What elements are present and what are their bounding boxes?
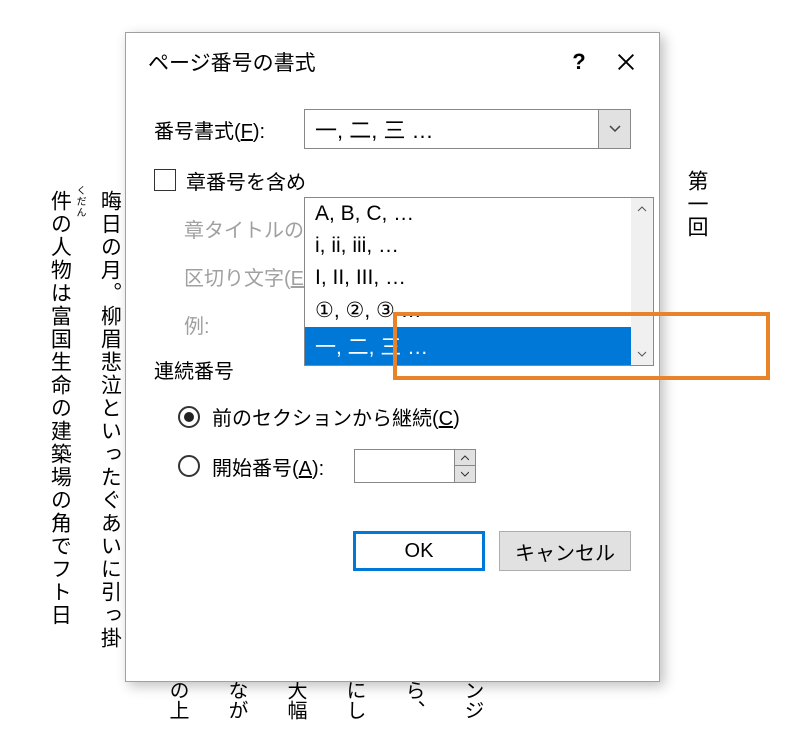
dropdown-option[interactable]: I, II, III, … [305, 262, 653, 294]
dropdown-option[interactable]: ①, ②, ③ … [305, 294, 653, 327]
number-format-label: 番号書式(F): [154, 115, 304, 144]
include-chapter-checkbox[interactable] [154, 169, 176, 191]
dropdown-option[interactable]: A, B, C, … [305, 198, 653, 230]
ok-button[interactable]: OK [353, 531, 485, 571]
dropdown-scrollbar[interactable] [631, 198, 653, 365]
combo-dropdown-button[interactable] [598, 110, 630, 148]
scroll-down-button[interactable] [631, 343, 653, 365]
titlebar: ページ番号の書式 ? [126, 33, 659, 91]
number-format-combo[interactable]: 一, 二, 三 … [304, 109, 631, 149]
doc-frag: の上 [163, 680, 192, 735]
start-at-spinner[interactable] [354, 449, 476, 483]
spinner-down-button[interactable] [455, 466, 475, 482]
close-icon [615, 51, 637, 73]
dropdown-option-selected[interactable]: 一, 二, 三 … [305, 327, 653, 365]
page-number-format-dialog: ページ番号の書式 ? 番号書式(F): 一, 二, 三 … 章番号を含め 章タイ… [125, 32, 660, 682]
doc-frag: ンジ [458, 680, 487, 735]
continue-previous-label: 前のセクションから継続(C) [212, 402, 460, 431]
start-at-label: 開始番号(A): [212, 452, 324, 481]
continue-previous-radio[interactable] [178, 406, 200, 428]
doc-frag: にし [340, 680, 369, 735]
doc-bottom-row: ンジ ら、 にし 大幅 なが の上 [130, 680, 787, 735]
include-chapter-label: 章番号を含め [186, 166, 306, 195]
number-format-value: 一, 二, 三 … [305, 113, 598, 145]
start-at-input[interactable] [354, 449, 454, 483]
doc-frag: 大幅 [281, 680, 310, 735]
doc-text-col-2: 件の人物は富国生命の建築場の角でフト日 [35, 190, 85, 627]
doc-frag: ら、 [399, 680, 428, 735]
start-at-radio[interactable] [178, 455, 200, 477]
scroll-up-button[interactable] [631, 198, 653, 220]
cancel-button[interactable]: キャンセル [499, 531, 631, 571]
dialog-title: ページ番号の書式 [148, 47, 557, 77]
chevron-down-icon [609, 125, 621, 133]
close-button[interactable] [601, 42, 651, 82]
doc-frag: なが [222, 680, 251, 735]
dropdown-option[interactable]: i, ii, iii, … [305, 230, 653, 262]
help-button[interactable]: ? [557, 49, 601, 75]
number-format-dropdown[interactable]: A, B, C, … i, ii, iii, … I, II, III, … ①… [304, 197, 654, 366]
doc-heading: 第一回 [672, 170, 722, 239]
spinner-up-button[interactable] [455, 450, 475, 466]
